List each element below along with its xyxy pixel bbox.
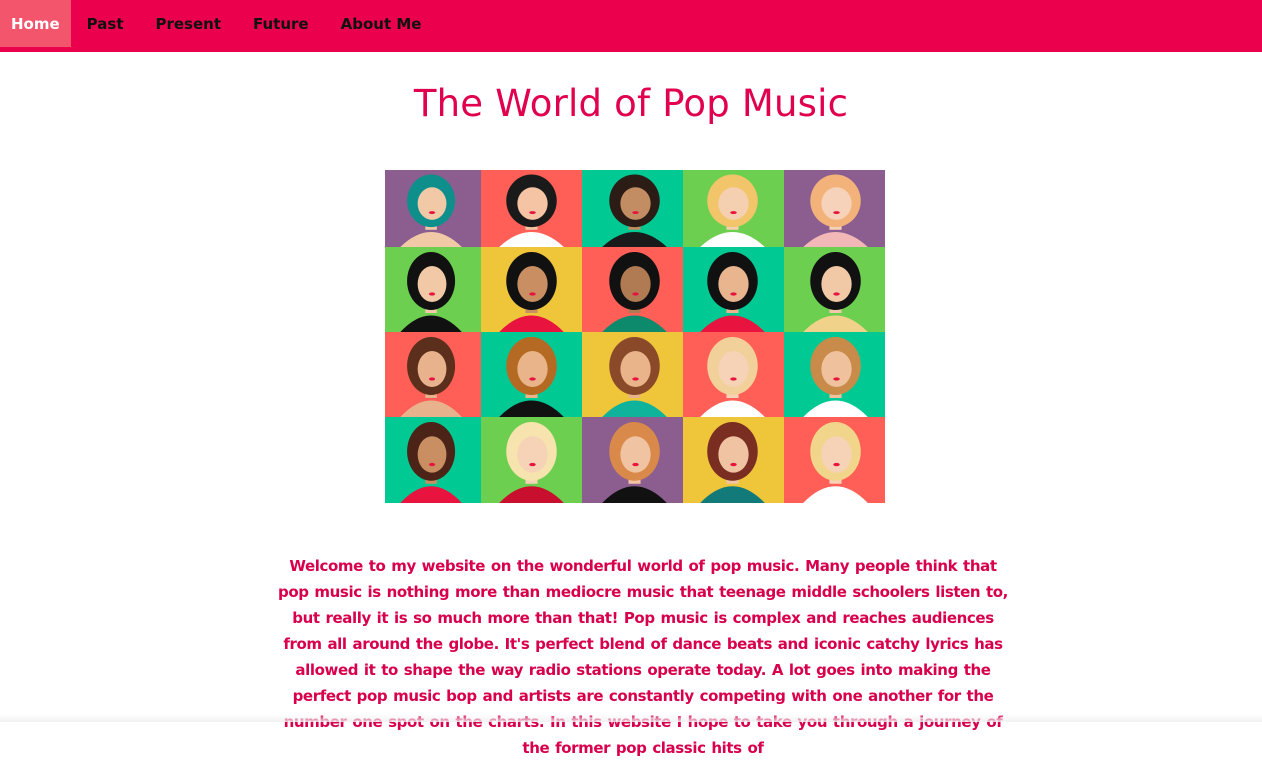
nav-past[interactable]: Past	[71, 0, 140, 47]
top-navbar: Home Past Present Future About Me	[0, 0, 1262, 52]
collage-tile	[385, 417, 481, 503]
collage-tile	[481, 247, 582, 332]
collage-tile	[582, 417, 683, 503]
collage-tile	[683, 170, 784, 247]
pop-artists-collage-image	[385, 170, 885, 503]
nav-future[interactable]: Future	[237, 0, 325, 47]
collage-tile	[481, 417, 582, 503]
collage-tile	[385, 170, 481, 247]
nav-past-label: Past	[86, 14, 124, 33]
nav-future-label: Future	[253, 14, 309, 33]
nav-home[interactable]: Home	[0, 0, 71, 47]
collage-tile	[481, 332, 582, 417]
collage-tile	[784, 170, 885, 247]
collage-tile	[582, 332, 683, 417]
nav-home-label: Home	[11, 14, 60, 33]
bottom-fade	[0, 714, 1262, 722]
collage-tile	[582, 170, 683, 247]
collage-tile	[784, 417, 885, 503]
nav-present[interactable]: Present	[139, 0, 237, 47]
collage-tile	[683, 417, 784, 503]
collage-tile	[385, 247, 481, 332]
nav-about-me[interactable]: About Me	[325, 0, 438, 47]
collage-tile	[582, 247, 683, 332]
collage-tile	[481, 170, 582, 247]
page-title: The World of Pop Music	[413, 82, 849, 125]
nav-present-label: Present	[155, 14, 221, 33]
collage-tile	[683, 247, 784, 332]
collage-tile	[385, 332, 481, 417]
collage-tile	[784, 332, 885, 417]
nav-about-me-label: About Me	[340, 14, 422, 33]
collage-tile	[683, 332, 784, 417]
collage-tile	[784, 247, 885, 332]
intro-paragraph: Welcome to my website on the wonderful w…	[278, 557, 1008, 757]
